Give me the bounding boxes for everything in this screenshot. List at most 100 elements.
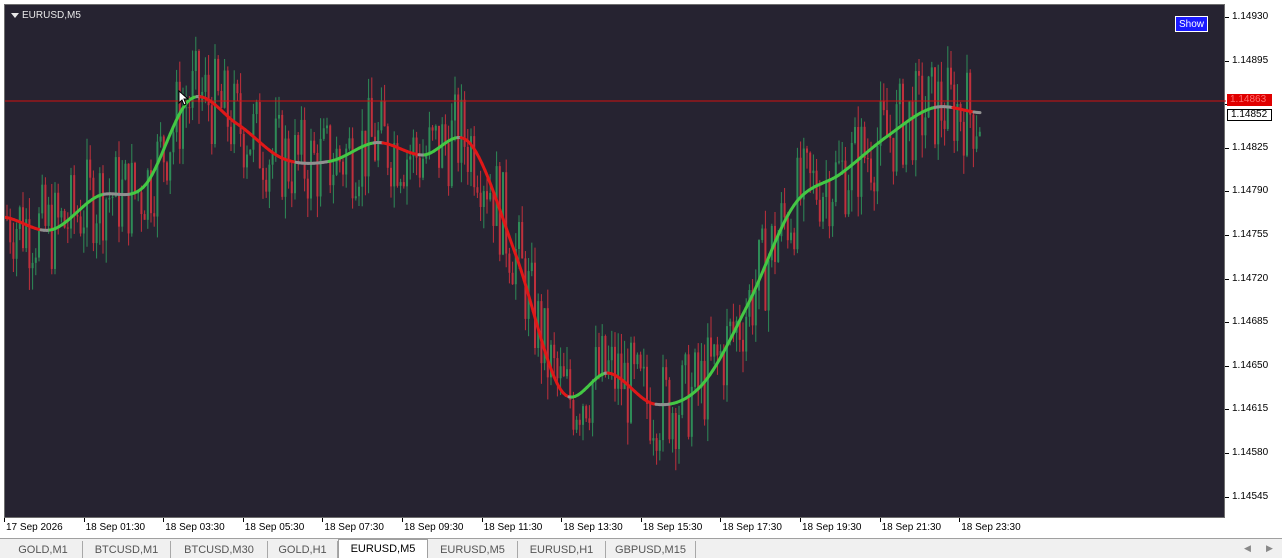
candle-body — [188, 107, 190, 108]
tab-gold-h1[interactable]: GOLD,H1 — [268, 541, 338, 558]
candle-body — [409, 156, 411, 159]
candle-body — [976, 136, 978, 148]
candle-body — [451, 120, 453, 186]
candle-body — [422, 159, 424, 178]
candle-body — [89, 160, 91, 178]
candle-body — [291, 181, 293, 193]
time-axis[interactable]: 17 Sep 202618 Sep 01:3018 Sep 03:3018 Se… — [0, 518, 1225, 538]
candle-body — [217, 59, 219, 91]
chart-window: EURUSD,M5 Show 1.149301.148951.148601.14… — [0, 0, 1282, 538]
candle-body — [569, 369, 571, 400]
candle-body — [646, 367, 648, 404]
candle-body — [281, 115, 283, 197]
candle-body — [460, 100, 462, 163]
candle-body — [220, 91, 222, 108]
price-tick: 1.14895 — [1225, 55, 1282, 67]
candle-body — [112, 197, 114, 198]
candle-body — [508, 254, 510, 273]
candle-body — [556, 358, 558, 378]
tab-eurusd-m5[interactable]: EURUSD,M5 — [428, 541, 518, 558]
candle-body — [403, 182, 405, 186]
tab-eurusd-h1[interactable]: EURUSD,H1 — [518, 541, 606, 558]
candle-body — [547, 308, 549, 377]
candle-body — [928, 77, 930, 118]
candle-body — [972, 115, 974, 149]
candle-body — [668, 380, 670, 439]
candle-body — [800, 158, 802, 200]
tab-eurusd-m5[interactable]: EURUSD,M5 — [338, 539, 428, 558]
candle-body — [944, 121, 946, 129]
mouse-pointer-icon — [178, 90, 190, 106]
candle-body — [704, 361, 706, 419]
tab-gbpusd-m15[interactable]: GBPUSD,M15 — [606, 541, 696, 558]
tab-btcusd-m1[interactable]: BTCUSD,M1 — [83, 541, 171, 558]
candle-body — [672, 413, 674, 439]
candle-body — [480, 193, 482, 207]
candle-body — [950, 68, 952, 85]
candle-body — [76, 215, 78, 216]
candle-body — [121, 180, 123, 227]
ma-segment — [530, 300, 533, 311]
candle-body — [169, 152, 171, 180]
show-button[interactable]: Show — [1175, 16, 1208, 32]
candle-body — [284, 139, 286, 197]
candle-body — [124, 164, 126, 180]
candle-body — [19, 207, 21, 229]
candle-body — [38, 213, 40, 257]
candle-body — [60, 211, 62, 218]
candle-body — [444, 124, 446, 143]
price-axis[interactable]: 1.149301.148951.148601.148251.147901.147… — [1225, 0, 1282, 520]
candle-body — [105, 199, 107, 240]
candle-body — [211, 105, 213, 144]
candle-body — [400, 182, 402, 186]
scroll-right-icon[interactable]: ▶ — [1266, 543, 1273, 554]
price-tick: 1.14720 — [1225, 273, 1282, 285]
candle-body — [601, 336, 603, 376]
price-tick: 1.14685 — [1225, 316, 1282, 328]
candle-body — [918, 71, 920, 76]
price-tick: 1.14930 — [1225, 11, 1282, 23]
scroll-left-icon[interactable]: ◀ — [1244, 543, 1251, 554]
candle-body — [51, 205, 53, 269]
candle-body — [358, 187, 360, 197]
candle-body — [297, 135, 299, 155]
candle-body — [249, 150, 251, 155]
candle-body — [428, 127, 430, 155]
candlestick-chart — [5, 5, 1226, 519]
candle-body — [870, 159, 872, 183]
candle-body — [233, 84, 235, 144]
candle-body — [473, 136, 475, 187]
candle-body — [684, 354, 686, 365]
candle-body — [380, 101, 382, 131]
candle-body — [102, 173, 104, 240]
candle-body — [716, 344, 718, 355]
candle-body — [195, 51, 197, 71]
candle-body — [841, 161, 843, 162]
candle-body — [483, 191, 485, 207]
candle-body — [518, 222, 520, 249]
candle-body — [694, 352, 696, 386]
moving-average-line — [5, 97, 980, 405]
price-tick: 1.14650 — [1225, 360, 1282, 372]
candle-body — [99, 173, 101, 223]
tab-gold-m1[interactable]: GOLD,M1 — [4, 541, 83, 558]
candle-body — [12, 242, 14, 258]
candle-body — [476, 187, 478, 192]
candle-body — [48, 205, 50, 226]
candle-body — [838, 162, 840, 163]
candle-body — [793, 233, 795, 250]
candle-body — [963, 122, 965, 156]
symbol-label[interactable]: EURUSD,M5 — [11, 10, 81, 21]
candle-body — [374, 137, 376, 161]
candle-body — [86, 160, 88, 228]
candle-body — [726, 326, 728, 385]
candle-body — [576, 420, 578, 430]
candle-body — [118, 157, 120, 227]
candle-body — [252, 114, 254, 150]
candle-body — [153, 213, 155, 216]
candle-body — [969, 73, 971, 115]
chart-plot-area[interactable]: EURUSD,M5 — [4, 4, 1225, 518]
candle-body — [563, 366, 565, 376]
candle-body — [604, 336, 606, 375]
tab-btcusd-m30[interactable]: BTCUSD,M30 — [171, 541, 268, 558]
